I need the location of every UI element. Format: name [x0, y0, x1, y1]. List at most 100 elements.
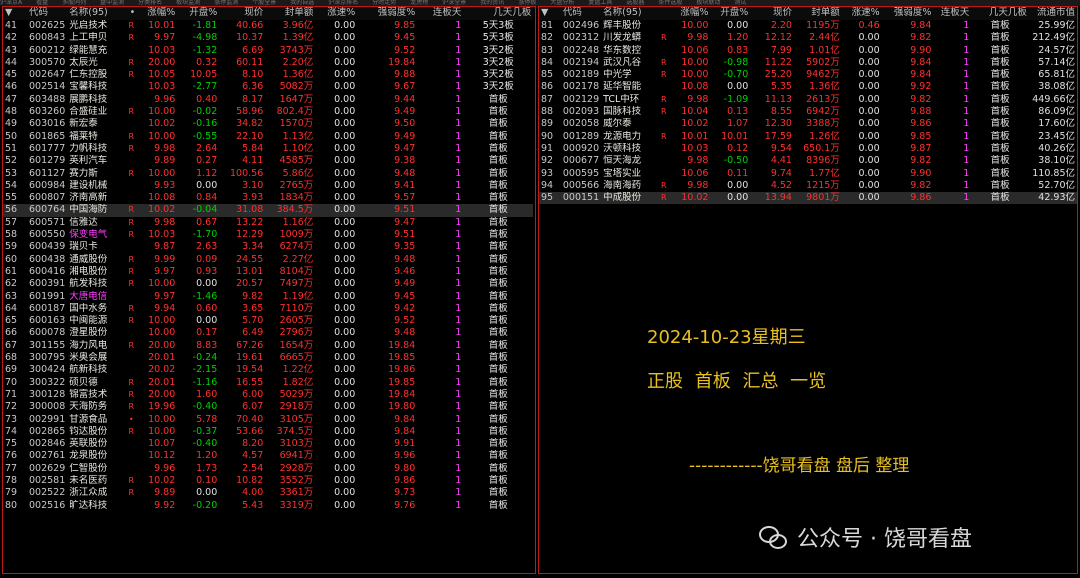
sort-arrow-icon[interactable]: ▼	[539, 7, 561, 20]
table-row[interactable]: 55 600807 济南高新 10.08 0.84 3.93 1834万 0.00 9.57 1 首…	[3, 192, 533, 204]
table-row[interactable]: 59 600439 瑞贝卡 9.87 2.63 3.34 6274万 0.00 9.35 1 首板	[3, 241, 533, 253]
col-open[interactable]: 开盘%	[177, 7, 220, 20]
speed-pct: 0.00	[858, 179, 880, 191]
rzrq-mark: R	[128, 57, 135, 67]
col-days[interactable]: 连板天	[417, 7, 464, 20]
seal-amount: 1.10亿	[282, 142, 314, 154]
table-row[interactable]: 45 002647 仁东控股 R 10.05 10.05 8.10 1.36亿 0.00 9.88…	[3, 69, 533, 81]
col-boards[interactable]: 几天几板	[463, 7, 534, 20]
rzrq-mark	[125, 81, 137, 93]
col-price[interactable]: 现价	[219, 7, 266, 20]
col-strength[interactable]: 强弱度%	[881, 7, 934, 20]
table-row[interactable]: 89 002058 威尔泰 10.02 1.07 12.30 3388万 0.00 9.86 1 首…	[539, 118, 1077, 130]
table-row[interactable]: 43 600212 绿能慧充 10.03 -1.32 6.69 3743万 0.00 9.52 1…	[3, 45, 533, 57]
table-row[interactable]: 76 002761 龙泉股份 10.12 1.20 4.57 6941万 0.00 9.96 1 首…	[3, 450, 533, 462]
rzrq-mark	[125, 192, 137, 204]
table-row[interactable]: 64 600187 国中水务 R 9.94 0.60 3.65 7110万 0.00 9.42 1 首…	[3, 303, 533, 315]
limit-days: 1	[417, 204, 464, 217]
table-row[interactable]: 58 600550 保变电气 R 10.03 -1.70 12.29 1009万 0.00 9.5…	[3, 229, 533, 241]
table-row[interactable]: 61 600416 湘电股份 R 9.97 0.93 13.01 8104万 0.00 9.46 1…	[3, 266, 533, 278]
table-row[interactable]: 70 300322 硕贝德 R 20.01 -1.16 16.55 1.82亿 0.00 19.8…	[3, 377, 533, 389]
col-speed[interactable]: 涨速%	[315, 7, 358, 20]
table-row[interactable]: 91 000920 沃顿科技 10.03 0.12 9.54 650.1万 0.00 9.87 1…	[539, 143, 1077, 155]
stock-name: 宝馨科技	[69, 81, 108, 93]
rzrq-mark: R	[128, 475, 135, 485]
strength-pct: 9.82	[910, 155, 932, 167]
table-row[interactable]: 49 603016 新宏泰 10.02 -0.16 34.82 1570万 0.00 9.50 1…	[3, 118, 533, 130]
col-code[interactable]: 代码	[27, 7, 68, 20]
table-row[interactable]: 82 002312 川发龙蟒 R 9.98 1.20 12.12 2.44亿 0.00 9.82 1…	[539, 32, 1077, 44]
table-row[interactable]: 77 002629 仁智股份 9.96 1.73 2.54 2928万 0.00 9.80 1 首板	[3, 463, 533, 475]
table-row[interactable]: 71 300128 锦富技术 R 20.00 1.60 6.00 5029万 0.00 19.84…	[3, 389, 533, 401]
table-row[interactable]: 44 300570 太辰光 R 20.00 0.32 60.11 2.20亿 0.00 19.84…	[3, 57, 533, 69]
table-row[interactable]: 62 600391 航发科技 R 10.00 0.00 20.57 7497万 0.00 9.49…	[3, 278, 533, 290]
table-row[interactable]: 56 600764 中国海防 R 10.02 -0.04 31.08 384.5万 0.00 9.…	[3, 204, 534, 217]
table-row[interactable]: 53 601127 赛力斯 R 10.00 1.12 100.56 5.86亿 0.00 9.48…	[3, 168, 533, 180]
table-row[interactable]: 42 600843 上工申贝 R 9.97 -4.98 10.37 1.39亿 0.00 9.45…	[3, 32, 533, 44]
strength-pct: 9.49	[394, 278, 416, 290]
table-row[interactable]: 46 002514 宝馨科技 10.03 -2.77 6.36 5082万 0.00 9.67 1…	[3, 81, 533, 93]
limit-days: 1	[455, 462, 462, 474]
table-row[interactable]: 52 601279 英利汽车 9.89 0.27 4.11 4585万 0.00 9.38 1 首板	[3, 155, 533, 167]
sort-arrow-icon[interactable]: ▼	[3, 7, 27, 20]
table-row[interactable]: 74 002865 钧达股份 R 10.00 -0.37 53.66 374.5万 0.00 9.…	[3, 426, 533, 438]
board-count: 首板	[463, 204, 534, 217]
col-chg[interactable]: 涨幅%	[670, 7, 711, 20]
table-row[interactable]: 47 603488 展鹏科技 9.96 0.40 8.17 1647万 0.00 9.44 1 首板	[3, 94, 533, 106]
table-row[interactable]: 81 002496 辉丰股份 10.00 0.00 2.20 1195万 0.46 9.84 1 首…	[539, 20, 1077, 32]
table-row[interactable]: 92 000677 恒天海龙 9.98 -0.50 4.41 8396万 0.00 9.82 1 首…	[539, 155, 1077, 167]
col-code[interactable]: 代码	[560, 7, 602, 20]
table-row[interactable]: 69 300424 航新科技 20.02 -2.15 19.54 1.22亿 0.00 19.8…	[3, 364, 533, 376]
col-seal[interactable]: 封单额	[265, 7, 316, 20]
col-speed[interactable]: 涨速%	[841, 7, 882, 20]
table-row[interactable]: 78 002581 未名医药 R 10.02 0.10 10.82 3552万 0.00 9.86…	[3, 475, 533, 487]
col-days[interactable]: 连板天	[933, 7, 972, 20]
table-row[interactable]: 63 601991 大唐电信 9.97 -1.46 9.82 1.19亿 0.00 9.45 1 首…	[3, 291, 533, 303]
rzrq-mark: R	[660, 57, 667, 67]
table-row[interactable]: 60 600438 通威股份 R 9.99 0.09 24.55 2.27亿 0.00 9.48 1…	[3, 254, 533, 266]
row-index: 55	[5, 192, 18, 204]
table-row[interactable]: 86 002178 延华智能 10.08 0.00 5.35 1.36亿 0.00 9.92 1 首…	[539, 81, 1077, 93]
table-row[interactable]: 80 002516 旷达科技 9.92 -0.20 5.43 3319万 0.00 9.76 1 首…	[3, 500, 533, 512]
table-row[interactable]: 79 002522 浙江众成 R 9.89 0.00 4.00 3361万 0.00 9.73 1 首…	[3, 487, 533, 499]
limit-days: 1	[455, 327, 462, 339]
col-name[interactable]: 名称(95)	[67, 7, 126, 20]
board-count: 首板	[488, 192, 508, 204]
stock-code: 002761	[29, 450, 66, 462]
strength-pct: 9.85	[910, 130, 932, 142]
limit-days: 1	[455, 388, 462, 400]
table-row[interactable]: 87 002129 TCL中环 R 9.98 -1.09 11.13 2613万 0.00 9.8…	[539, 94, 1077, 106]
table-row[interactable]: 85 002189 中光学 R 10.00 -0.70 25.20 9462万 0.00 9.84…	[539, 69, 1077, 81]
table-row[interactable]: 93 000595 宝塔实业 10.06 0.11 9.74 1.77亿 0.00 9.90 1 首…	[539, 168, 1077, 180]
table-row[interactable]: 83 002248 华东数控 10.06 0.83 7.99 1.01亿 0.00 9.90 1 首…	[539, 45, 1077, 57]
col-chg[interactable]: 涨幅%	[137, 7, 178, 20]
table-row[interactable]: 72 300008 天海防务 R 19.96 -0.40 6.07 2918万 0.00 19.8…	[3, 401, 533, 413]
table-row[interactable]: 66 600078 澄星股份 10.00 0.17 6.49 2796万 0.00 9.48 1 首…	[3, 327, 533, 339]
table-row[interactable]: 84 002194 武汉凡谷 R 10.00 -0.98 11.22 5902万 0.00 9.8…	[539, 57, 1077, 69]
col-boards[interactable]: 几天几板	[971, 7, 1029, 20]
table-row[interactable]: 94 000566 海南海药 R 9.98 0.00 4.52 1215万 0.00 9.82 1 首…	[539, 180, 1077, 192]
table-row[interactable]: 90 001289 龙源电力 R 10.01 10.01 17.59 1.26亿 0.00 9.8…	[539, 131, 1077, 143]
table-row[interactable]: 48 603260 合盛硅业 R 10.00 -0.02 58.96 802.4万 0.00 9.…	[3, 106, 533, 118]
table-row[interactable]: 68 300795 米奥会展 20.01 -0.24 19.61 6665万 0.00 19.8…	[3, 352, 533, 364]
col-name[interactable]: 名称(95)	[601, 7, 657, 20]
change-pct: 10.05	[148, 69, 176, 81]
table-row[interactable]: 75 002846 英联股份 10.07 -0.40 8.20 3103万 0.00 9.91 1…	[3, 438, 533, 450]
table-row[interactable]: 67 301155 海力风电 R 20.00 8.83 67.26 1654万 0.00 19.8…	[3, 340, 533, 352]
col-strength[interactable]: 强弱度%	[357, 7, 418, 20]
table-row[interactable]: 50 601865 福莱特 R 10.00 -0.55 22.10 1.13亿 0.00 9.49…	[3, 131, 533, 143]
col-price[interactable]: 现价	[750, 7, 794, 20]
current-price: 13.22	[236, 216, 264, 228]
table-row[interactable]: 57 600571 信雅达 R 9.98 0.67 13.22 1.16亿 0.00 9.47 1 首…	[3, 217, 533, 229]
col-mcap[interactable]: 流通市值	[1028, 7, 1077, 20]
speed-pct: 0.00	[334, 290, 356, 302]
table-row[interactable]: 51 601777 力帆科技 R 9.98 2.64 5.84 1.10亿 0.00 9.47 1 首…	[3, 143, 533, 155]
table-row[interactable]: 95 000151 中成股份 R 10.02 0.00 13.94 9801万 0.00 9.86…	[539, 192, 1077, 205]
col-open[interactable]: 开盘%	[710, 7, 751, 20]
table-row[interactable]: 54 600984 建设机械 9.93 0.00 3.10 2765万 0.00 9.41 1 首板	[3, 180, 533, 192]
col-seal[interactable]: 封单额	[793, 7, 842, 20]
table-row[interactable]: 65 600163 中闽能源 R 10.00 0.00 5.70 2605万 0.00 9.52 1…	[3, 315, 533, 327]
table-row[interactable]: 88 002093 国脉科技 R 10.04 0.13 8.55 6942万 0.00 9.88 1…	[539, 106, 1077, 118]
table-row[interactable]: 73 002991 甘源食品 • 10.00 5.78 70.40 3105万 0.00 9.84…	[3, 414, 533, 426]
table-row[interactable]: 41 002625 光启技术 R 10.01 -1.81 40.66 3.96亿 0.00 9.8…	[3, 20, 533, 32]
